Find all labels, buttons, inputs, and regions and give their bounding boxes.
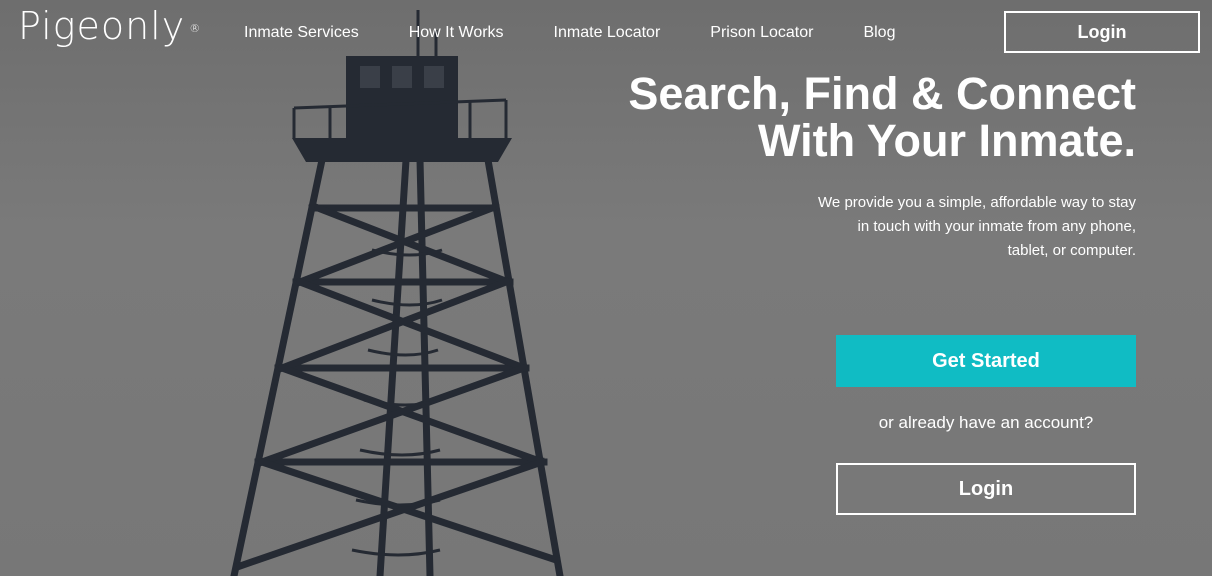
top-navigation-bar: Pigeonly ® Inmate Services How It Works I… <box>0 0 1212 66</box>
headline-line-1: Search, Find & Connect <box>628 68 1136 119</box>
get-started-button[interactable]: Get Started <box>836 335 1136 387</box>
registered-mark: ® <box>189 22 202 35</box>
main-nav: Inmate Services How It Works Inmate Loca… <box>244 24 945 42</box>
subtext-line-3: tablet, or computer. <box>1007 242 1136 259</box>
nav-login-button[interactable]: Login <box>1004 11 1200 53</box>
hero-login-button[interactable]: Login <box>836 463 1136 515</box>
nav-inmate-services[interactable]: Inmate Services <box>244 24 359 42</box>
hero-headline: Search, Find & Connect With Your Inmate. <box>628 70 1136 164</box>
hero-subtext: We provide you a simple, affordable way … <box>776 191 1136 263</box>
nav-prison-locator[interactable]: Prison Locator <box>710 24 813 42</box>
logo-text: Pigeonly <box>18 4 186 48</box>
nav-how-it-works[interactable]: How It Works <box>409 24 504 42</box>
subtext-line-2: in touch with your inmate from any phone… <box>857 218 1136 235</box>
nav-inmate-locator[interactable]: Inmate Locator <box>554 24 661 42</box>
existing-account-prompt: or already have an account? <box>878 413 1094 432</box>
subtext-line-1: We provide you a simple, affordable way … <box>818 194 1136 211</box>
nav-blog[interactable]: Blog <box>863 24 895 42</box>
pigeonly-logo[interactable]: Pigeonly ® <box>18 4 201 48</box>
headline-line-2: With Your Inmate. <box>758 115 1136 166</box>
